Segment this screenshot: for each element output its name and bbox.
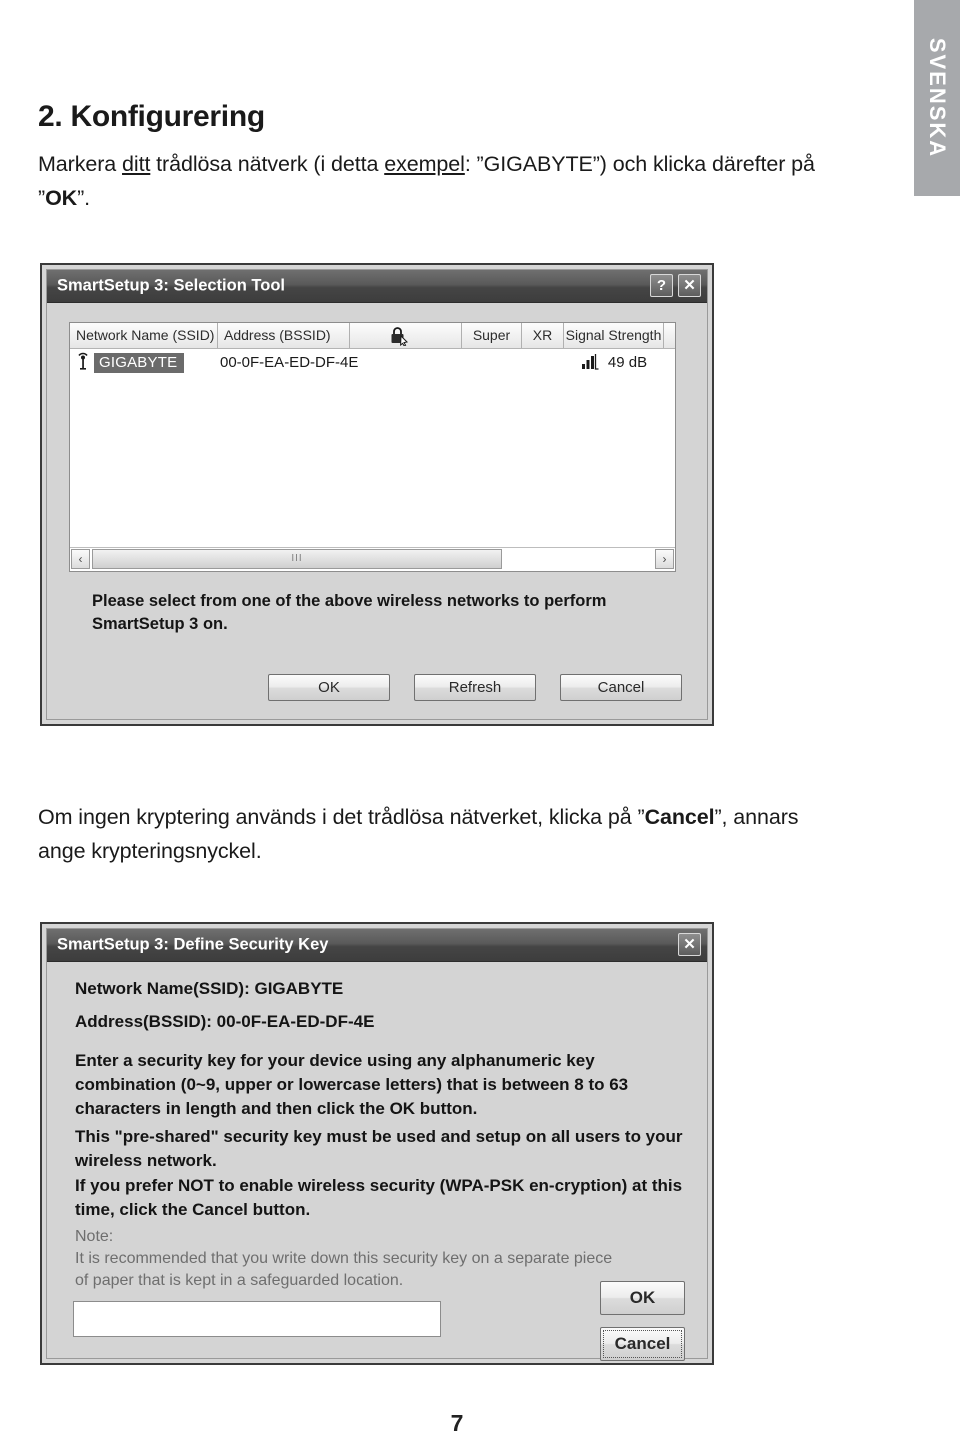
ok-button[interactable]: OK: [600, 1281, 685, 1315]
selection-dialog-title: SmartSetup 3: Selection Tool: [57, 276, 285, 295]
security-dialog-titlebar: SmartSetup 3: Define Security Key ✕: [47, 929, 707, 962]
column-header-bssid[interactable]: Address (BSSID): [218, 323, 350, 348]
intro-paragraph: Markera ditt trådlösa nätverk (i detta e…: [38, 147, 868, 215]
horizontal-scrollbar[interactable]: ‹ III ›: [70, 547, 675, 571]
column-header-security[interactable]: [350, 323, 462, 348]
page-content: 2. Konfigurering Markera ditt trådlösa n…: [0, 0, 914, 1451]
close-icon[interactable]: ✕: [678, 274, 701, 297]
security-note: Note: It is recommended that you write d…: [75, 1228, 613, 1289]
row-signal-label: 49 dB: [607, 354, 648, 371]
security-instructions-3: If you prefer NOT to enable wireless sec…: [75, 1176, 683, 1219]
refresh-button[interactable]: Refresh: [414, 674, 536, 701]
ok-button[interactable]: OK: [268, 674, 390, 701]
column-header-super[interactable]: Super: [462, 323, 522, 348]
help-button[interactable]: ?: [650, 274, 673, 297]
selection-dialog-inner: SmartSetup 3: Selection Tool ? ✕ Network…: [46, 269, 708, 720]
cancel-button[interactable]: Cancel: [600, 1327, 685, 1361]
column-header-xr[interactable]: XR: [522, 323, 564, 348]
para1-underline-ditt: ditt: [122, 152, 151, 176]
security-key-input[interactable]: [73, 1301, 441, 1337]
column-header-ssid[interactable]: Network Name (SSID): [70, 323, 218, 348]
row-bssid: 00-0F-EA-ED-DF-4E: [220, 354, 359, 371]
antenna-icon: [75, 349, 93, 377]
network-list-header: Network Name (SSID) Address (BSSID) Supe…: [70, 323, 675, 349]
para1-segment-4: ”.: [77, 186, 91, 210]
column-header-signal[interactable]: Signal Strength: [564, 323, 664, 348]
para1-bold-ok: OK: [45, 186, 78, 210]
network-list[interactable]: Network Name (SSID) Address (BSSID) Supe…: [69, 322, 676, 572]
row-ssid[interactable]: GIGABYTE: [94, 349, 185, 377]
security-instructions-1: Enter a security key for your device usi…: [75, 1051, 629, 1118]
para1-underline-exempel: exempel: [384, 152, 465, 176]
column-header-filler: [664, 323, 677, 348]
table-row[interactable]: GIGABYTE 00-0F-EA-ED-DF-4E 49 dB: [70, 349, 675, 377]
para1-segment-1: Markera: [38, 152, 123, 176]
define-security-key-dialog: SmartSetup 3: Define Security Key ✕ Netw…: [40, 922, 714, 1365]
security-ssid-line: Network Name(SSID): GIGABYTE: [75, 979, 344, 998]
security-instructions-2: This "pre-shared" security key must be u…: [75, 1127, 683, 1170]
cancel-button[interactable]: Cancel: [560, 674, 682, 701]
scroll-right-arrow-icon[interactable]: ›: [655, 549, 674, 569]
signal-bars-icon: [581, 352, 601, 380]
selection-hint-line-1: Please select from one of the above wire…: [92, 592, 607, 610]
security-dialog-inner: SmartSetup 3: Define Security Key ✕ Netw…: [46, 928, 708, 1361]
security-dialog-title: SmartSetup 3: Define Security Key: [57, 935, 329, 954]
language-tab-svenska: SVENSKA: [914, 0, 960, 196]
selection-tool-dialog: SmartSetup 3: Selection Tool ? ✕ Network…: [40, 263, 714, 726]
para1-segment-2: trådlösa nätverk (i detta: [150, 152, 385, 176]
language-tab-label: SVENSKA: [925, 37, 950, 159]
close-icon[interactable]: ✕: [678, 933, 701, 956]
selection-dialog-titlebar: SmartSetup 3: Selection Tool ? ✕: [47, 270, 707, 303]
lock-icon: [388, 325, 410, 347]
row-ssid-label: GIGABYTE: [94, 353, 185, 373]
para2-bold-cancel: Cancel: [644, 805, 715, 829]
encryption-paragraph: Om ingen kryptering används i det trådlö…: [38, 800, 838, 868]
scroll-left-arrow-icon[interactable]: ‹: [71, 549, 90, 569]
page-number: 7: [450, 1410, 464, 1436]
scrollbar-thumb[interactable]: III: [92, 549, 502, 569]
security-bssid-line: Address(BSSID): 00-0F-EA-ED-DF-4E: [75, 1012, 375, 1031]
para2-segment-1: Om ingen kryptering används i det trådlö…: [38, 805, 645, 829]
selection-hint-text: Please select from one of the above wire…: [92, 590, 652, 636]
page-title: 2. Konfigurering: [38, 100, 265, 133]
row-signal: 49 dB: [564, 349, 664, 377]
selection-hint-line-2: SmartSetup 3 on.: [92, 615, 228, 633]
